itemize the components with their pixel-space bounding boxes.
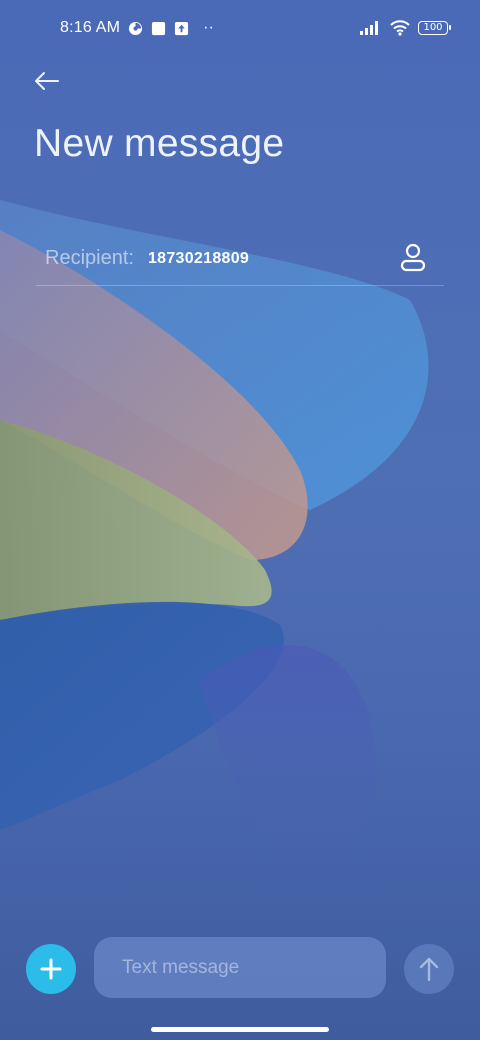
message-field[interactable] <box>94 937 386 998</box>
recipient-value[interactable]: 18730218809 <box>148 250 249 268</box>
message-input[interactable] <box>122 956 386 979</box>
square-icon <box>151 21 166 36</box>
person-icon <box>399 242 427 272</box>
recipient-label: Recipient: <box>45 247 134 269</box>
back-button[interactable] <box>30 64 64 98</box>
contact-picker-button[interactable] <box>398 242 428 272</box>
more-dots: ·· <box>203 19 214 36</box>
home-indicator[interactable] <box>151 1027 329 1032</box>
wifi-icon <box>390 20 410 36</box>
add-attachment-button[interactable] <box>26 944 76 994</box>
page-title: New message <box>34 122 285 165</box>
upload-icon <box>174 21 189 36</box>
send-button[interactable] <box>404 944 454 994</box>
arrow-left-icon <box>34 71 60 91</box>
notification-icon <box>128 21 143 36</box>
status-left: 8:16 AM ·· <box>60 19 214 37</box>
status-time: 8:16 AM <box>60 19 121 36</box>
arrow-up-icon <box>418 956 440 982</box>
status-right: 100 <box>360 20 451 36</box>
status-bar: 8:16 AM ·· 100 <box>0 0 480 56</box>
recipient-row[interactable]: Recipient: 18730218809 <box>36 232 444 286</box>
signal-icon <box>360 21 382 35</box>
battery-icon: 100 <box>418 21 451 35</box>
plus-icon <box>40 958 62 980</box>
